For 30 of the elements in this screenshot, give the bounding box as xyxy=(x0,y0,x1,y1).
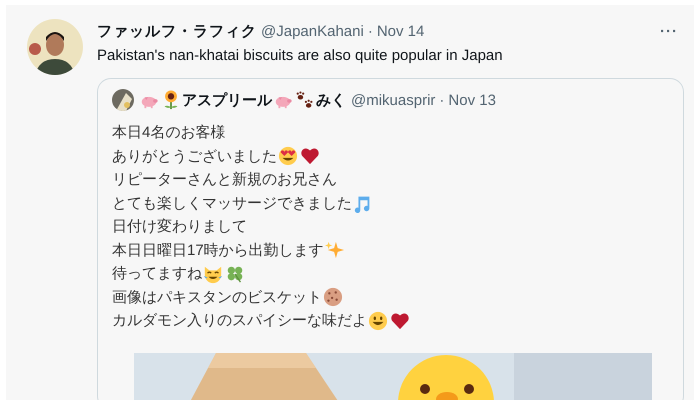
quoted-author-handle[interactable]: @mikuasprir xyxy=(351,92,436,108)
quoted-tweet-card[interactable]: アスプリール みく @mikuasprir · Nov 13 本日4名のお客様 ありがとうございました リピーターさんと新規のお兄さん とても楽しくマッサージできました 日付け変わりまして 本日日曜日17時から出勤します 待ってますね 画像はパキスタンのビスケット カルダモン入りのスパイシーな味だよ xyxy=(97,78,684,400)
paw-prints-icon xyxy=(295,90,315,110)
tweet-date[interactable]: Nov 14 xyxy=(376,22,424,40)
separator-dot: · xyxy=(368,22,373,40)
cookie-icon xyxy=(323,287,343,308)
quoted-tweet-text-line: リピーターさんと新規のお兄さん xyxy=(112,170,337,190)
quoted-tweet-text-line: とても楽しくマッサージできました xyxy=(112,194,352,213)
quoted-tweet-text-line: ありがとうございました xyxy=(112,146,277,166)
quoted-tweet-text-line: 本日日曜日17時から出勤します xyxy=(112,240,324,260)
quoted-author-name[interactable]: みく xyxy=(316,90,346,110)
more-options-button[interactable]: ··· xyxy=(660,22,684,40)
author-handle[interactable]: @JapanKahani xyxy=(261,22,364,40)
quoted-tweet-text-line: 本日4名のお客様 xyxy=(112,123,226,142)
avatar[interactable] xyxy=(112,89,134,111)
separator-dot: · xyxy=(439,92,444,108)
quoted-tweet-text-line: 画像はパキスタンのビスケット xyxy=(112,288,322,307)
heart-eyes-face-icon xyxy=(278,146,298,166)
clover-icon xyxy=(225,264,245,284)
quoted-tweet-date[interactable]: Nov 13 xyxy=(448,92,496,108)
quoted-author-name[interactable]: アスプリール xyxy=(182,90,272,110)
heart-icon xyxy=(300,146,320,166)
author-name[interactable]: ファッルフ・ラフィク xyxy=(97,22,257,40)
heart-icon xyxy=(390,310,410,331)
quoted-tweet-text-line: 日付け変わりまして xyxy=(112,217,247,236)
tweet-text: Pakistan's nan-khatai biscuits are also quite popular in Japan xyxy=(97,46,504,66)
quoted-tweet-text-line: カルダモン入りのスパイシーな味だよ xyxy=(112,311,367,330)
sparkles-icon xyxy=(324,240,345,260)
quoted-tweet-text-line: 待ってますね xyxy=(112,264,202,284)
smiley-face-icon xyxy=(368,310,388,331)
